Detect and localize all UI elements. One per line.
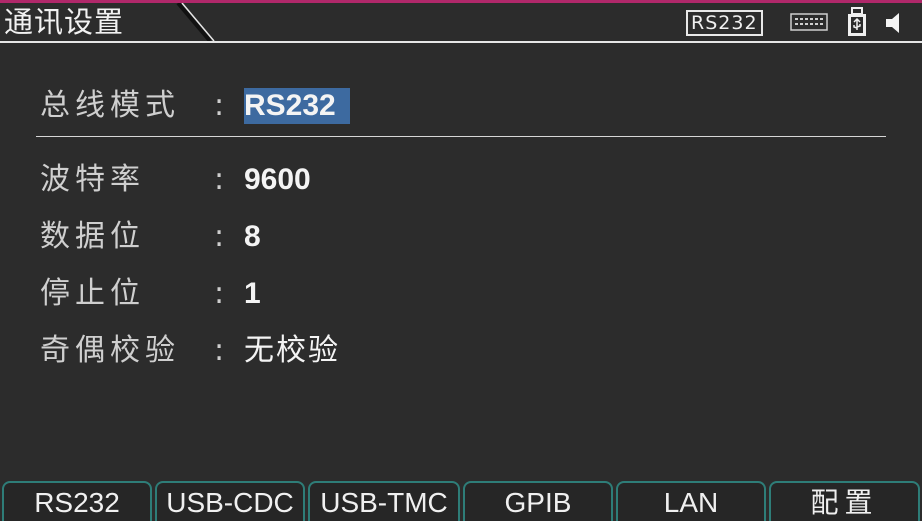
softkey-usb-tmc[interactable]: USB-TMC: [308, 481, 460, 521]
page-title: 通讯设置: [4, 5, 125, 39]
baud-rate-value[interactable]: 9600: [244, 160, 311, 200]
softkey-lan[interactable]: LAN: [616, 481, 766, 521]
parity-colon: :: [214, 333, 225, 368]
keyboard-icon: [790, 13, 828, 31]
stop-bits-colon: :: [214, 276, 225, 311]
bus-mode-colon: :: [214, 88, 225, 123]
setting-row-data-bits[interactable]: 数据位 : 8: [40, 217, 900, 261]
bus-mode-label: 总线模式: [40, 88, 180, 123]
stop-bits-label: 停止位: [40, 276, 145, 311]
title-tab: 通讯设置: [0, 3, 220, 41]
softkey-rs232[interactable]: RS232: [2, 481, 152, 521]
bus-mode-value[interactable]: RS232: [244, 88, 350, 124]
softkey-bar: RS232 USB-CDC USB-TMC GPIB LAN 配置: [0, 481, 922, 521]
interface-badge: RS232: [686, 10, 763, 36]
softkey-config[interactable]: 配置: [769, 481, 920, 521]
baud-rate-colon: :: [214, 162, 225, 197]
title-bar: 通讯设置 RS232: [0, 3, 922, 43]
status-area: RS232: [682, 3, 922, 41]
softkey-gpib[interactable]: GPIB: [463, 481, 613, 521]
title-divider: [0, 41, 922, 43]
parity-label: 奇偶校验: [40, 333, 180, 368]
speaker-icon: [886, 13, 899, 33]
settings-separator: [36, 136, 886, 137]
data-bits-colon: :: [214, 219, 225, 254]
data-bits-value[interactable]: 8: [244, 217, 261, 257]
usb-icon: [848, 7, 866, 36]
setting-row-baud-rate[interactable]: 波特率 : 9600: [40, 160, 900, 204]
setting-row-bus-mode[interactable]: 总线模式 : RS232: [40, 86, 900, 130]
parity-value[interactable]: 无校验: [244, 331, 340, 371]
setting-row-stop-bits[interactable]: 停止位 : 1: [40, 274, 900, 318]
softkey-usb-cdc[interactable]: USB-CDC: [155, 481, 305, 521]
data-bits-label: 数据位: [40, 219, 145, 254]
baud-rate-label: 波特率: [40, 162, 145, 197]
stop-bits-value[interactable]: 1: [244, 274, 261, 314]
setting-row-parity[interactable]: 奇偶校验 : 无校验: [40, 331, 900, 375]
